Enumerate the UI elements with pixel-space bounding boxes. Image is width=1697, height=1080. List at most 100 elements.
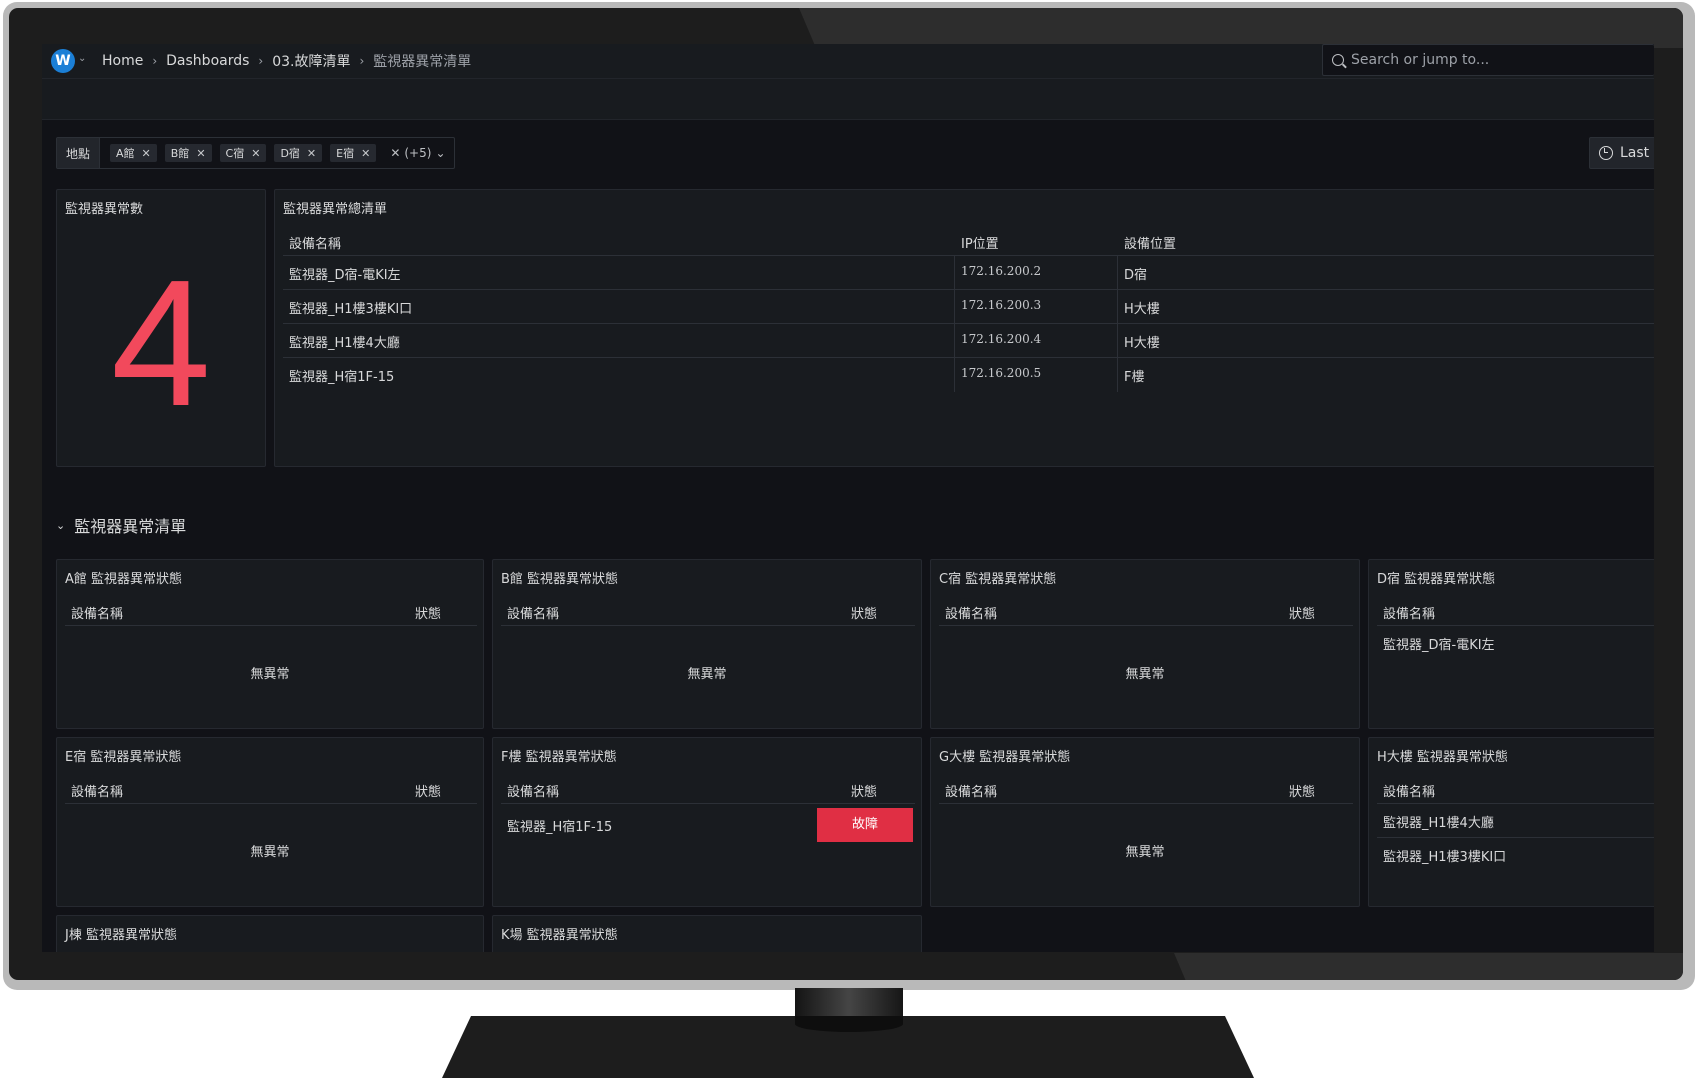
column-header-location[interactable]: 設備位置 xyxy=(1124,233,1176,252)
column-header-device[interactable]: 設備名稱 xyxy=(507,603,559,622)
close-icon[interactable]: ✕ xyxy=(307,147,316,160)
column-header-device[interactable]: 設備名稱 xyxy=(289,233,341,252)
close-icon[interactable]: ✕ xyxy=(196,147,205,160)
column-header-device[interactable]: 設備名稱 xyxy=(1383,603,1435,622)
panel-title: 監視器異常數 xyxy=(65,202,144,217)
panel-title: G大樓 監視器異常狀態 xyxy=(939,750,1071,765)
fault-status-badge: 故障 xyxy=(817,808,913,842)
chip-label: D宿 xyxy=(280,147,300,160)
column-header-device[interactable]: 設備名稱 xyxy=(1383,781,1435,800)
chevron-down-icon[interactable]: ⌄ xyxy=(78,53,86,64)
no-data-message: 無異常 xyxy=(687,667,727,682)
row-collapse-toggle[interactable]: ⌄ 監視器異常清單 xyxy=(56,512,186,538)
stat-value: 4 xyxy=(110,243,212,444)
column-header-status[interactable]: 狀態 xyxy=(415,781,441,800)
dashboard-toolbar xyxy=(42,78,1654,120)
panel-d-dorm: D宿 監視器異常狀態 設備名稱 監視器_D宿-電KI左 xyxy=(1368,559,1654,729)
column-header-device[interactable]: 設備名稱 xyxy=(945,781,997,800)
chip-label: E宿 xyxy=(336,147,355,160)
chevron-down-icon: ⌄ xyxy=(435,146,446,160)
cell-device: 監視器_D宿-電KI左 xyxy=(1383,638,1495,653)
cell-device: 監視器_H1樓3樓KI口 xyxy=(289,302,413,317)
cell-ip: 172.16.200.3 xyxy=(961,298,1042,312)
chevron-down-icon: ⌄ xyxy=(56,518,66,532)
more-values[interactable]: ✕ (+5) ⌄ xyxy=(384,146,445,160)
dashboard-screen: W ⌄ Home › Dashboards › 03.故障清單 › 監視器異常清… xyxy=(42,44,1654,952)
no-data-message: 無異常 xyxy=(250,845,290,860)
cell-device: 監視器_H1樓3樓KI口 xyxy=(1383,850,1507,865)
panel-a-building: A館 監視器異常狀態 設備名稱 狀態 無異常 xyxy=(56,559,484,729)
cell-ip: 172.16.200.4 xyxy=(961,332,1042,346)
column-header-status[interactable]: 狀態 xyxy=(1289,603,1315,622)
chip-label: A館 xyxy=(116,147,135,160)
variable-label: 地點 xyxy=(57,138,101,168)
variable-chip: B館 ✕ xyxy=(164,144,212,162)
column-header-status[interactable]: 狀態 xyxy=(1289,781,1315,800)
chevron-right-icon: › xyxy=(258,54,264,68)
clear-icon[interactable]: ✕ xyxy=(390,146,400,160)
time-range-picker[interactable]: Last xyxy=(1589,137,1654,169)
chip-label: C宿 xyxy=(225,147,245,160)
clock-icon xyxy=(1599,146,1613,160)
panel-title: J棟 監視器異常狀態 xyxy=(65,928,177,943)
breadcrumb-home[interactable]: Home xyxy=(102,53,143,69)
row-title: 監視器異常清單 xyxy=(74,517,187,536)
chip-label: B館 xyxy=(170,147,190,160)
no-data-message: 無異常 xyxy=(1125,667,1165,682)
panel-title: C宿 監視器異常狀態 xyxy=(939,572,1057,587)
panel-g-building: G大樓 監視器異常狀態 設備名稱 狀態 無異常 xyxy=(930,737,1360,907)
breadcrumb: Home › Dashboards › 03.故障清單 › 監視器異常清單 xyxy=(102,44,471,78)
column-header-device[interactable]: 設備名稱 xyxy=(507,781,559,800)
row-divider xyxy=(283,323,1654,324)
panel-h-building: H大樓 監視器異常狀態 設備名稱 監視器_H1樓4大廳 監視器_H1樓3樓KI口 xyxy=(1368,737,1654,907)
time-range-label: Last xyxy=(1620,145,1650,161)
summary-table-panel: 監視器異常總清單 設備名稱 IP位置 設備位置 監視器_D宿-電KI左 172.… xyxy=(274,189,1654,467)
header-divider xyxy=(501,625,915,626)
variable-chip: E宿 ✕ xyxy=(330,144,377,162)
panel-j-building: J棟 監視器異常狀態 xyxy=(56,915,484,952)
cell-device: 監視器_H宿1F-15 xyxy=(289,370,395,385)
search-box[interactable] xyxy=(1322,44,1654,76)
column-header-device[interactable]: 設備名稱 xyxy=(71,603,123,622)
cell-device: 監視器_H1樓4大廳 xyxy=(1383,816,1494,831)
cell-location: H大樓 xyxy=(1124,336,1160,351)
search-input[interactable] xyxy=(1351,49,1641,71)
header-divider xyxy=(939,803,1353,804)
column-header-device[interactable]: 設備名稱 xyxy=(945,603,997,622)
close-icon[interactable]: ✕ xyxy=(251,147,260,160)
bezel-glare-bottom xyxy=(1174,953,1683,980)
row-divider xyxy=(283,289,1654,290)
app-logo-icon[interactable]: W xyxy=(51,49,75,73)
header-divider xyxy=(1377,803,1654,804)
breadcrumb-folder[interactable]: 03.故障清單 xyxy=(272,51,350,71)
column-divider xyxy=(954,256,955,392)
variable-value-picker[interactable]: A館 ✕ B館 ✕ C宿 ✕ D宿 ✕ E宿 ✕ ✕ (+5) ⌄ xyxy=(100,138,453,168)
close-icon[interactable]: ✕ xyxy=(142,147,151,160)
breadcrumb-dashboards[interactable]: Dashboards xyxy=(166,53,249,69)
row-divider xyxy=(283,357,1654,358)
search-icon xyxy=(1332,54,1344,66)
panel-title: B館 監視器異常狀態 xyxy=(501,572,619,587)
panel-k-field: K場 監視器異常狀態 xyxy=(492,915,922,952)
top-bar: W ⌄ Home › Dashboards › 03.故障清單 › 監視器異常清… xyxy=(42,44,1654,78)
variable-chip: A館 ✕ xyxy=(110,144,157,162)
panel-title: H大樓 監視器異常狀態 xyxy=(1377,750,1508,765)
column-header-device[interactable]: 設備名稱 xyxy=(71,781,123,800)
cell-location: D宿 xyxy=(1124,268,1148,283)
panel-title: A館 監視器異常狀態 xyxy=(65,572,183,587)
chevron-right-icon: › xyxy=(152,54,158,68)
panel-f-building: F樓 監視器異常狀態 設備名稱 狀態 監視器_H宿1F-15 故障 xyxy=(492,737,922,907)
header-divider xyxy=(65,803,477,804)
column-header-status[interactable]: 狀態 xyxy=(415,603,441,622)
header-divider xyxy=(501,803,915,804)
column-header-ip[interactable]: IP位置 xyxy=(961,233,999,252)
variable-chip: D宿 ✕ xyxy=(274,144,323,162)
column-header-status[interactable]: 狀態 xyxy=(851,781,877,800)
column-header-status[interactable]: 狀態 xyxy=(851,603,877,622)
no-data-message: 無異常 xyxy=(1125,845,1165,860)
close-icon[interactable]: ✕ xyxy=(361,147,370,160)
cell-ip: 172.16.200.2 xyxy=(961,264,1042,278)
cell-ip: 172.16.200.5 xyxy=(961,366,1042,380)
row-divider xyxy=(1377,837,1654,838)
cell-device: 監視器_H1樓4大廳 xyxy=(289,336,400,351)
